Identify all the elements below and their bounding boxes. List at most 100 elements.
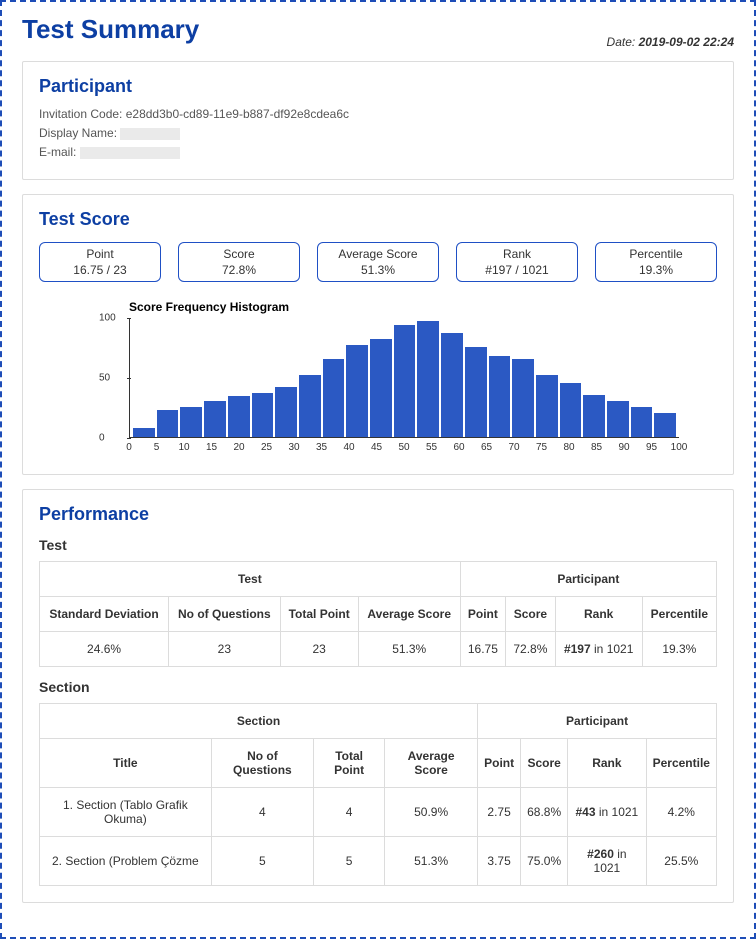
- y-tick-label: 50: [99, 372, 110, 383]
- histogram-bar: [204, 401, 226, 437]
- histogram-bar: [180, 407, 202, 437]
- section-subheading: Section: [39, 679, 717, 695]
- cell: #260 in 1021: [568, 836, 646, 885]
- cell: 5: [314, 836, 385, 885]
- cell: 75.0%: [521, 836, 568, 885]
- score-box-row: Point 16.75 / 23 Score 72.8% Average Sco…: [39, 242, 717, 282]
- histogram-bar: [417, 321, 439, 436]
- test-subheading: Test: [39, 537, 717, 553]
- cell: 24.6%: [40, 631, 169, 666]
- group-section: Section: [40, 703, 478, 738]
- cell: 5: [211, 836, 313, 885]
- histogram-bar: [157, 410, 179, 436]
- x-tick-label: 70: [508, 442, 519, 453]
- x-tick-label: 10: [178, 442, 189, 453]
- cell: 19.3%: [642, 631, 716, 666]
- x-tick-label: 65: [481, 442, 492, 453]
- section-table: Section Participant Title No of Question…: [39, 703, 717, 886]
- cell: 51.3%: [385, 836, 478, 885]
- test-score-heading: Test Score: [39, 209, 717, 230]
- col: Rank: [555, 596, 642, 631]
- x-tick-label: 100: [671, 442, 688, 453]
- page: Test Summary Date: 2019-09-02 22:24 Part…: [0, 0, 756, 939]
- x-tick-label: 60: [453, 442, 464, 453]
- score-box-score: Score 72.8%: [178, 242, 300, 282]
- cell: 68.8%: [521, 787, 568, 836]
- score-box-avg: Average Score 51.3%: [317, 242, 439, 282]
- cell: 16.75: [460, 631, 505, 666]
- cell: 23: [280, 631, 358, 666]
- table-row: 24.6% 23 23 51.3% 16.75 72.8% #197 in 10…: [40, 631, 717, 666]
- histogram-bar: [252, 393, 274, 437]
- x-tick-label: 85: [591, 442, 602, 453]
- col: No of Questions: [211, 738, 313, 787]
- score-box-label: Percentile: [596, 247, 716, 261]
- x-tick-label: 75: [536, 442, 547, 453]
- histogram-bar: [536, 375, 558, 437]
- cell: 72.8%: [506, 631, 556, 666]
- histogram-bar: [583, 395, 605, 437]
- performance-card: Performance Test Test Participant Standa…: [22, 489, 734, 903]
- col: Average Score: [385, 738, 478, 787]
- x-tick-label: 25: [261, 442, 272, 453]
- date-label: Date:: [607, 35, 636, 49]
- x-tick-label: 90: [618, 442, 629, 453]
- histogram-bar: [631, 407, 653, 437]
- score-box-point: Point 16.75 / 23: [39, 242, 161, 282]
- test-table: Test Participant Standard Deviation No o…: [39, 561, 717, 667]
- cell: 4: [211, 787, 313, 836]
- invitation-value: e28dd3b0-cd89-11e9-b887-df92e8cdea6c: [126, 107, 349, 121]
- col: Score: [506, 596, 556, 631]
- col: Point: [460, 596, 505, 631]
- table-group-row: Test Participant: [40, 561, 717, 596]
- score-box-value: 19.3%: [596, 263, 716, 277]
- y-tick-label: 100: [99, 312, 116, 323]
- cell: 4.2%: [646, 787, 716, 836]
- score-box-value: 51.3%: [318, 263, 438, 277]
- cell: 2.75: [478, 787, 521, 836]
- x-tick-label: 0: [126, 442, 132, 453]
- cell: 50.9%: [385, 787, 478, 836]
- score-box-percentile: Percentile 19.3%: [595, 242, 717, 282]
- histogram-bar: [346, 345, 368, 437]
- performance-heading: Performance: [39, 504, 717, 525]
- col: Total Point: [280, 596, 358, 631]
- score-box-label: Point: [40, 247, 160, 261]
- x-tick-label: 15: [206, 442, 217, 453]
- x-tick-label: 35: [316, 442, 327, 453]
- participant-heading: Participant: [39, 76, 717, 97]
- col: Rank: [568, 738, 646, 787]
- histogram-bar: [465, 347, 487, 436]
- score-box-label: Average Score: [318, 247, 438, 261]
- histogram-bar: [441, 333, 463, 437]
- table-row: 2. Section (Problem Çözme5551.3%3.7575.0…: [40, 836, 717, 885]
- display-name-label: Display Name:: [39, 126, 117, 140]
- rank-word: in: [594, 642, 603, 656]
- x-tick-label: 40: [343, 442, 354, 453]
- x-tick-label: 45: [371, 442, 382, 453]
- page-title: Test Summary: [22, 14, 199, 45]
- col: Point: [478, 738, 521, 787]
- x-tick-label: 55: [426, 442, 437, 453]
- x-tick-label: 30: [288, 442, 299, 453]
- histogram-bar: [228, 396, 250, 436]
- histogram: Score Frequency Histogram 050100 0510152…: [99, 300, 679, 458]
- date-value: 2019-09-02 22:24: [639, 35, 734, 49]
- table-header-row: Standard Deviation No of Questions Total…: [40, 596, 717, 631]
- col: Standard Deviation: [40, 596, 169, 631]
- histogram-bar: [654, 413, 676, 437]
- table-header-row: Title No of Questions Total Point Averag…: [40, 738, 717, 787]
- score-box-label: Rank: [457, 247, 577, 261]
- histogram-axes: [129, 318, 679, 438]
- cell: 3.75: [478, 836, 521, 885]
- score-box-rank: Rank #197 / 1021: [456, 242, 578, 282]
- col: Average Score: [358, 596, 460, 631]
- email-value: [80, 147, 180, 159]
- histogram-plot: 050100 051015202530354045505560657075808…: [99, 318, 679, 458]
- cell: 51.3%: [358, 631, 460, 666]
- page-date: Date: 2019-09-02 22:24: [607, 35, 734, 49]
- col: No of Questions: [169, 596, 280, 631]
- histogram-bar: [299, 375, 321, 437]
- histogram-bar: [607, 401, 629, 437]
- cell: 25.5%: [646, 836, 716, 885]
